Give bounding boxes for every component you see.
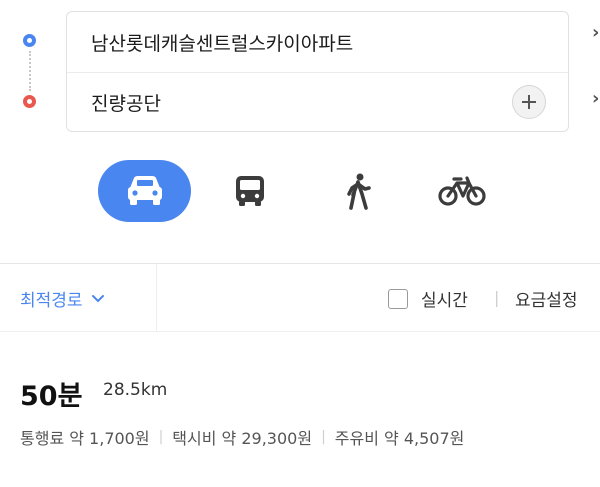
fuel-cost: 주유비 약 4,507원 [334,429,465,448]
realtime-checkbox[interactable] [388,288,408,309]
options-divider [156,264,157,331]
route-distance: 28.5km [103,380,168,400]
origin-text: 남산롯데캐슬센트럴스카이아파트 [91,33,354,55]
sort-dropdown[interactable]: 최적경로 [20,286,105,311]
route-input-box: 남산롯데캐슬센트럴스카이아파트 진량공단 [66,11,569,132]
bus-icon [236,176,264,206]
options-separator: | [494,288,500,307]
destination-text: 진량공단 [91,93,161,115]
mode-bike-tab[interactable] [430,160,494,222]
fare-settings-button[interactable]: 요금설정 [515,286,578,311]
toll-cost: 통행료 약 1,700원 [20,429,150,448]
sort-label: 최적경로 [20,291,83,311]
section-divider [0,331,600,332]
mode-bus-tab[interactable] [220,160,280,222]
origin-field[interactable]: 남산롯데캐슬센트럴스카이아파트 [67,12,568,73]
origin-marker-icon [23,34,36,47]
realtime-label: 실시간 [421,291,468,311]
car-icon [127,176,162,205]
section-divider [0,263,600,264]
realtime-toggle[interactable]: 실시간 [388,286,468,311]
route-costs: 통행료 약 1,700원 | 택시비 약 29,300원 | 주유비 약 4,5… [20,425,464,449]
cost-separator: | [158,429,164,445]
route-duration: 50분 [20,381,83,412]
route-connector-line [29,51,31,91]
walk-icon [347,173,371,210]
mode-car-tab[interactable] [98,160,191,222]
chevron-down-icon [91,294,104,302]
cost-separator: | [321,429,326,445]
swap-icon[interactable]: › [592,22,599,43]
mode-walk-tab[interactable] [328,160,388,222]
destination-field[interactable]: 진량공단 [67,72,568,132]
taxi-cost: 택시비 약 29,300원 [172,429,313,448]
bike-icon [438,176,486,206]
more-icon[interactable]: › [592,88,599,109]
destination-marker-icon [23,95,36,108]
add-waypoint-button[interactable] [512,85,546,119]
